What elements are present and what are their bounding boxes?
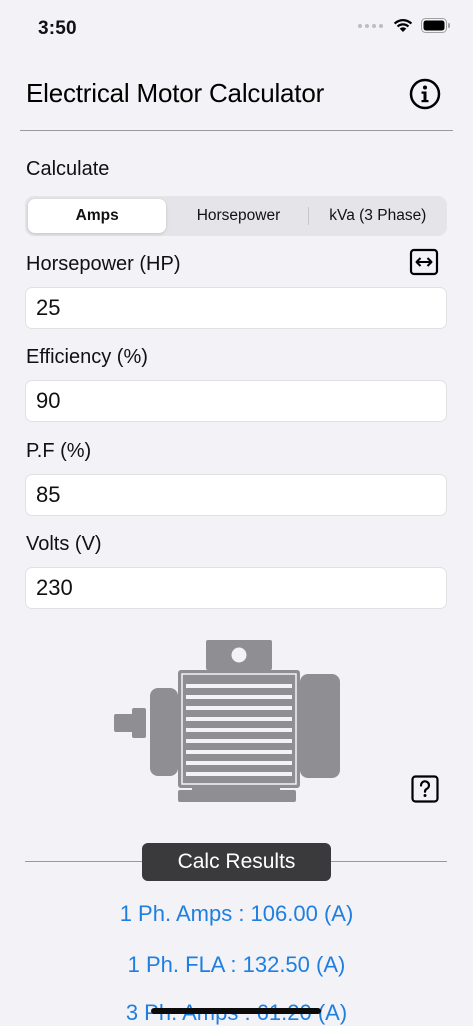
calculate-label: Calculate [26, 158, 110, 180]
battery-icon [421, 18, 450, 33]
help-button[interactable] [411, 775, 439, 803]
page-title: Electrical Motor Calculator [26, 78, 325, 108]
swap-horizontal-icon [409, 248, 439, 276]
question-square-icon [411, 775, 439, 803]
segment-horsepower[interactable]: Horsepower [169, 199, 307, 233]
calculate-segmented-control: Amps Horsepower kVa (3 Phase) [25, 196, 447, 236]
info-button[interactable] [408, 77, 442, 111]
horsepower-input[interactable]: 25 [25, 287, 447, 329]
segment-amps[interactable]: Amps [28, 199, 167, 233]
volts-input[interactable]: 230 [25, 567, 447, 609]
efficiency-label: Efficiency (%) [26, 346, 148, 368]
status-bar: 3:50 [0, 0, 473, 56]
power-factor-input[interactable]: 85 [25, 474, 447, 516]
efficiency-input[interactable]: 90 [25, 380, 447, 422]
volts-label: Volts (V) [26, 533, 102, 555]
result-1ph-amps: 1 Ph. Amps : 106.00 (A) [119, 901, 354, 926]
swap-units-button[interactable] [409, 248, 439, 276]
status-icons [358, 18, 451, 33]
calc-results-header: Calc Results [142, 843, 331, 881]
wifi-icon [393, 18, 413, 32]
signal-icon [358, 23, 383, 28]
horsepower-label: Horsepower (HP) [26, 253, 181, 275]
segment-kva-3-phase[interactable]: kVa (3 Phase) [309, 199, 447, 233]
home-indicator[interactable] [151, 1008, 321, 1014]
result-1ph-fla: 1 Ph. FLA : 132.50 (A) [127, 952, 346, 977]
power-factor-label: P.F (%) [26, 440, 92, 462]
header-divider [20, 130, 453, 131]
status-time: 3:50 [38, 18, 77, 39]
electric-motor-icon [114, 640, 340, 802]
info-circle-icon [409, 78, 441, 110]
